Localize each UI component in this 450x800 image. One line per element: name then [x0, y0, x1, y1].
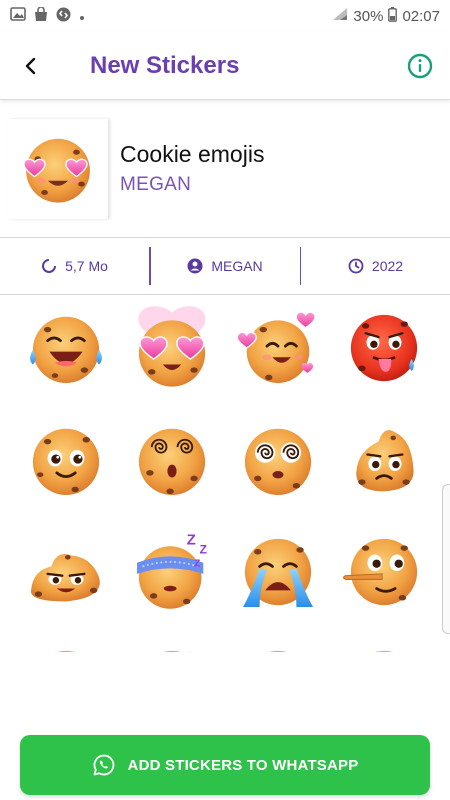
pack-author-value: MEGAN: [211, 258, 263, 274]
sticker-partial[interactable]: [126, 638, 218, 652]
sticker-melting[interactable]: [20, 526, 112, 618]
bag-icon: [34, 5, 48, 26]
sticker-pack-screen: 30% 02:07 New Stickers Cookie emojis MEG…: [0, 0, 450, 800]
info-icon: [407, 53, 433, 78]
pack-year-value: 2022: [371, 258, 404, 274]
sticker-sleeping-mask[interactable]: Z Z Z: [126, 526, 218, 618]
add-button-label: ADD STICKERS TO WHATSAPP: [127, 756, 359, 774]
sticker-crying[interactable]: [232, 526, 324, 618]
pack-year: 2022: [301, 238, 450, 295]
status-bar: 30% 02:07: [0, 0, 450, 32]
add-to-whatsapp-button[interactable]: ADD STICKERS TO WHATSAPP: [20, 735, 430, 795]
sticker-partial[interactable]: [20, 638, 112, 652]
sticker-lying-nose[interactable]: [338, 526, 430, 618]
image-icon: [10, 7, 26, 25]
back-button[interactable]: [0, 32, 60, 100]
back-arrow-icon: [25, 57, 36, 74]
tray-icon: [8, 119, 108, 219]
sticker-laughing-tears[interactable]: [20, 302, 112, 394]
scroll-handle[interactable]: [442, 484, 450, 634]
pack-publisher: MEGAN: [120, 174, 192, 195]
page-title: New Stickers: [90, 51, 240, 79]
sticker-hearts-love[interactable]: [232, 302, 324, 394]
battery-percent: 30%: [353, 7, 384, 25]
pack-size-value: 5,7 Mo: [65, 258, 108, 274]
sticker-swirl-hat[interactable]: [338, 414, 430, 506]
account-icon: [187, 258, 203, 274]
svg-text:Z: Z: [187, 532, 196, 548]
sticker-red-tongue[interactable]: [338, 302, 430, 394]
app-bar: New Stickers: [0, 32, 450, 100]
sticker-grid: Z Z Z: [20, 302, 432, 652]
sticker-dizzy-eyes[interactable]: [126, 414, 218, 506]
sticker-partial[interactable]: [232, 638, 324, 652]
shazam-icon: [56, 7, 71, 26]
sticker-heart-eyes[interactable]: [126, 302, 218, 394]
signal-icon: [332, 7, 348, 25]
svg-text:Z: Z: [194, 558, 200, 569]
sticker-smiling[interactable]: [20, 414, 112, 506]
battery-icon: [388, 6, 398, 26]
pack-size: 5,7 Mo: [0, 238, 149, 295]
dot-icon: [79, 8, 85, 25]
sticker-spiral-eyes[interactable]: [232, 414, 324, 506]
sticker-partial[interactable]: [338, 638, 430, 652]
info-button[interactable]: [390, 32, 450, 100]
clock-icon: [348, 258, 364, 274]
pack-header: Cookie emojis MEGAN: [0, 100, 450, 238]
pack-author: MEGAN: [151, 238, 300, 295]
svg-text:Z: Z: [200, 543, 207, 557]
whatsapp-icon: [93, 754, 114, 776]
pack-info-row: 5,7 Mo MEGAN 2022: [0, 238, 450, 295]
clock: 02:07: [402, 7, 440, 25]
size-icon: [42, 259, 57, 273]
pack-name: Cookie emojis: [120, 141, 265, 167]
